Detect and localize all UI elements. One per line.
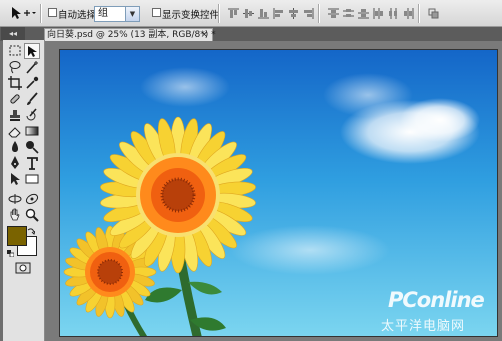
crop-tool-icon[interactable]: [7, 75, 23, 91]
align-top-icon[interactable]: [228, 8, 239, 19]
move-tool-icon[interactable]: [24, 43, 40, 59]
watermark-brand: PConline: [388, 288, 485, 312]
align-bottom-icon[interactable]: [258, 8, 269, 19]
options-bar: 自动选择: 组 ▼ 显示变换控件: [0, 0, 502, 27]
swap-colors-icon[interactable]: [27, 225, 36, 235]
chevron-down-icon: ▼: [125, 7, 139, 21]
document-tab-title: 向日葵.psd @ 25% (13 副本, RGB/8*) *: [47, 30, 216, 40]
distribute-horizontal-center-icon[interactable]: [388, 8, 399, 19]
pen-tool-icon[interactable]: [7, 155, 23, 171]
type-tool-icon[interactable]: [24, 155, 40, 171]
3d-orbit-tool-icon[interactable]: [24, 191, 40, 207]
show-transform-checkbox[interactable]: [152, 8, 161, 17]
toolbox: [3, 40, 45, 341]
divider: [218, 4, 220, 23]
brush-tool-icon[interactable]: [24, 91, 40, 107]
3d-rotate-tool-icon[interactable]: [7, 191, 23, 207]
distribute-right-icon[interactable]: [403, 8, 414, 19]
cloud: [230, 225, 390, 275]
watermark: PConline 太平洋电脑网: [354, 288, 498, 336]
shape-tool-icon[interactable]: [24, 171, 40, 187]
divider: [40, 4, 42, 23]
zoom-tool-icon[interactable]: [24, 207, 40, 223]
blur-tool-icon[interactable]: [7, 139, 23, 155]
auto-select-checkbox[interactable]: [48, 8, 57, 17]
auto-select-dropdown[interactable]: 组 ▼: [94, 6, 140, 22]
distribute-top-icon[interactable]: [328, 8, 339, 19]
path-selection-tool-icon[interactable]: [7, 171, 23, 187]
foreground-color-swatch[interactable]: [7, 226, 27, 246]
align-vertical-center-icon[interactable]: [243, 8, 254, 19]
cloud: [140, 67, 230, 107]
cloud: [400, 98, 480, 142]
healing-brush-tool-icon[interactable]: [7, 91, 23, 107]
show-transform-label: 显示变换控件: [162, 10, 220, 21]
quick-mask-icon[interactable]: [15, 260, 31, 276]
dodge-tool-icon[interactable]: [24, 139, 40, 155]
distribute-left-icon[interactable]: [373, 8, 384, 19]
align-left-icon[interactable]: [273, 8, 284, 19]
divider: [318, 4, 320, 23]
distribute-vertical-center-icon[interactable]: [343, 8, 354, 19]
marquee-tool-icon[interactable]: [7, 43, 23, 59]
divider: [418, 4, 420, 23]
default-colors-icon[interactable]: [7, 247, 15, 258]
eraser-tool-icon[interactable]: [7, 123, 23, 139]
align-horizontal-center-icon[interactable]: [288, 8, 299, 19]
close-icon[interactable]: ×: [200, 29, 208, 41]
auto-align-layers-icon[interactable]: [428, 8, 439, 19]
document-tab[interactable]: 向日葵.psd @ 25% (13 副本, RGB/8*) * ×: [44, 28, 216, 41]
move-tool-preset-picker[interactable]: [10, 6, 36, 21]
clone-stamp-tool-icon[interactable]: [7, 107, 23, 123]
distribute-bottom-icon[interactable]: [358, 8, 369, 19]
lasso-tool-icon[interactable]: [7, 59, 23, 75]
watermark-cn: 太平洋电脑网: [381, 319, 466, 334]
align-right-icon[interactable]: [303, 8, 314, 19]
hand-tool-icon[interactable]: [7, 207, 23, 223]
auto-select-value: 组: [98, 8, 108, 19]
magic-wand-tool-icon[interactable]: [24, 59, 40, 75]
gradient-tool-icon[interactable]: [24, 123, 40, 139]
history-brush-tool-icon[interactable]: [24, 107, 40, 123]
eyedropper-tool-icon[interactable]: [24, 75, 40, 91]
collapse-panel-button[interactable]: ◂◂: [1, 27, 25, 40]
